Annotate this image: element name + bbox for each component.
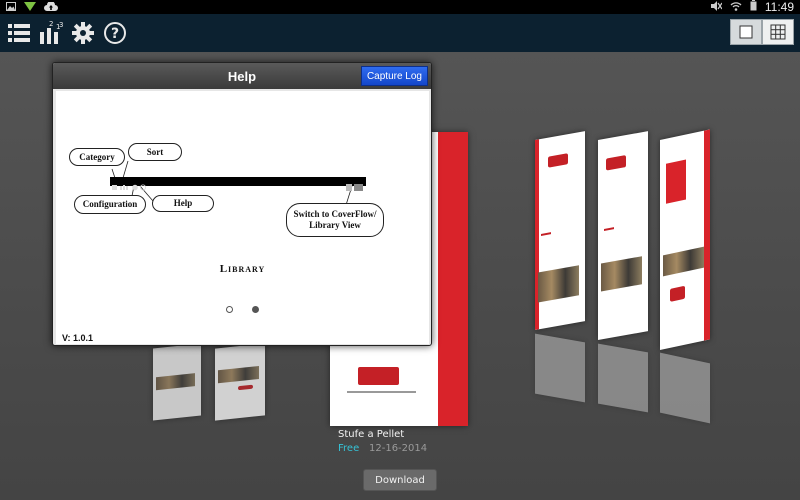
- help-dialog-title: Help: [227, 68, 257, 84]
- svg-text:?: ?: [111, 26, 119, 42]
- callout-sort: Sort: [128, 143, 182, 161]
- coverflow-view-button[interactable]: [730, 19, 762, 45]
- help-icon[interactable]: ?: [100, 18, 130, 48]
- cloud-upload-icon: [44, 0, 58, 14]
- mute-icon: [710, 0, 723, 14]
- svg-text:3: 3: [59, 21, 63, 29]
- book-cover-right-3[interactable]: [660, 129, 710, 350]
- wifi-download-icon: [24, 1, 36, 14]
- page-indicator-dot-2-active[interactable]: [252, 306, 259, 313]
- book-title: Stufe a Pellet: [338, 429, 405, 440]
- callout-configuration: Configuration: [74, 195, 146, 214]
- book-cover-left-2[interactable]: [215, 343, 265, 421]
- book-reflection-right-3: [660, 352, 710, 424]
- download-button[interactable]: Download: [363, 469, 437, 491]
- book-price: Free: [338, 443, 360, 454]
- callout-help: Help: [152, 195, 214, 212]
- view-toggle-group: [730, 19, 794, 45]
- book-cover-left-1[interactable]: [153, 343, 201, 421]
- clock-time: 11:49: [764, 0, 794, 14]
- book-cover-right-1[interactable]: [535, 131, 585, 330]
- section-label-library: Library: [219, 263, 266, 275]
- action-bar: 123 ?: [0, 14, 800, 52]
- book-date: 12-16-2014: [369, 443, 428, 454]
- help-dialog-header: Help Capture Log: [53, 63, 431, 89]
- page-indicator-dot-1[interactable]: [226, 306, 233, 313]
- callout-switch-view-line2: Library View: [309, 220, 361, 230]
- callout-switch-view-line1: Switch to CoverFlow/: [293, 209, 377, 219]
- svg-text:2: 2: [49, 21, 53, 28]
- sort-icon[interactable]: 123: [36, 18, 66, 48]
- callout-category: Category: [69, 148, 125, 166]
- grid-view-icon: [770, 24, 786, 40]
- capture-log-button[interactable]: Capture Log: [360, 66, 428, 86]
- toolbar-illustration: [110, 177, 366, 191]
- status-right: 11:49: [710, 0, 794, 14]
- image-icon: [6, 1, 16, 14]
- toolbar-illustration-icons: [112, 184, 363, 191]
- book-reflection-right-1: [535, 333, 585, 403]
- help-dialog-body: Category Sort Configuration Help Switch …: [56, 91, 429, 344]
- category-list-icon[interactable]: [4, 18, 34, 48]
- callout-switch-view: Switch to CoverFlow/ Library View: [286, 203, 384, 237]
- coverflow-view-icon: [739, 25, 753, 39]
- status-left: [6, 0, 58, 14]
- grid-view-button[interactable]: [762, 19, 794, 45]
- settings-gear-icon[interactable]: [68, 18, 98, 48]
- wifi-signal-icon: [730, 1, 742, 14]
- help-dialog: Help Capture Log Category Sort Configura…: [52, 62, 432, 346]
- book-cover-right-2[interactable]: [598, 131, 648, 340]
- app-version: V: 1.0.1: [62, 333, 94, 343]
- battery-icon: [750, 0, 757, 14]
- status-bar: 11:49: [0, 0, 800, 14]
- book-reflection-right-2: [598, 343, 648, 413]
